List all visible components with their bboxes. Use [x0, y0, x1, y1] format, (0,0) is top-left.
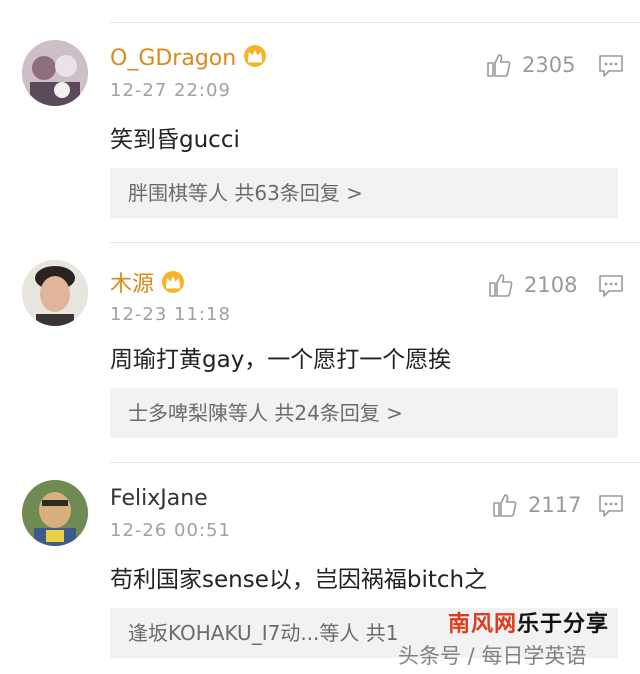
- avatar[interactable]: [22, 260, 88, 326]
- watermark-site: 南风网乐于分享: [448, 612, 610, 637]
- replies-summary[interactable]: 士多啤梨陳等人 共24条回复 >: [110, 388, 618, 438]
- comment-time: 12-23 11:18: [110, 304, 231, 325]
- comment-text: 苟利国家sense以，岂因祸福bitch之: [110, 567, 488, 593]
- like-count: 2305: [522, 53, 576, 77]
- avatar[interactable]: [22, 480, 88, 546]
- comment-text: 笑到昏gucci: [110, 127, 240, 153]
- comment-time: 12-26 00:51: [110, 520, 231, 541]
- comment-time: 12-27 22:09: [110, 80, 231, 101]
- divider: [110, 22, 640, 23]
- replies-summary[interactable]: 胖围棋等人 共63条回复 >: [110, 168, 618, 218]
- divider: [110, 462, 640, 463]
- username[interactable]: 木源: [110, 266, 186, 300]
- like-button[interactable]: 2117: [492, 492, 581, 518]
- watermark-credit: 头条号 / 每日学英语: [398, 644, 587, 668]
- avatar[interactable]: [22, 40, 88, 106]
- reply-button[interactable]: [598, 54, 624, 78]
- thumbs-up-icon: [489, 274, 513, 297]
- vip-crown-icon: [160, 270, 186, 300]
- divider: [110, 242, 640, 243]
- like-count: 2117: [528, 493, 582, 517]
- comment-icon: [599, 55, 623, 77]
- comment-icon: [599, 495, 623, 517]
- comment-icon: [599, 275, 623, 297]
- reply-button[interactable]: [598, 274, 624, 298]
- like-button[interactable]: 2108: [488, 272, 577, 298]
- thumbs-up-icon: [487, 54, 511, 77]
- like-count: 2108: [524, 273, 578, 297]
- avatar-image: [22, 480, 88, 546]
- comment-text: 周瑜打黄gay，一个愿打一个愿挨: [110, 347, 452, 373]
- reply-button[interactable]: [598, 494, 624, 518]
- thumbs-up-icon: [493, 494, 517, 517]
- avatar-image: [22, 260, 88, 326]
- avatar-image: [22, 40, 88, 106]
- username[interactable]: O_GDragon: [110, 44, 268, 74]
- like-button[interactable]: 2305: [486, 52, 575, 78]
- username[interactable]: FelixJane: [110, 486, 208, 511]
- vip-crown-icon: [242, 44, 268, 74]
